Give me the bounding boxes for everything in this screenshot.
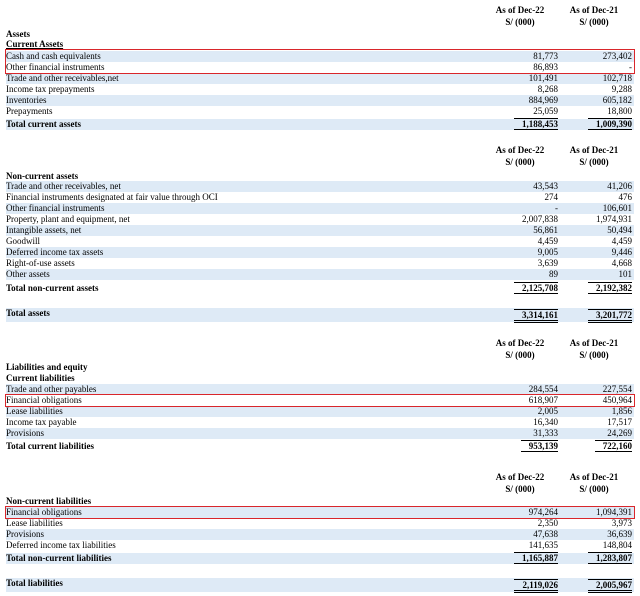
- table-row: Financial instruments designated at fair…: [6, 192, 632, 202]
- col-dec22-header: As of Dec-22 S/ (000): [495, 472, 545, 494]
- col-dec22-header: As of Dec-22 S/ (000): [495, 338, 545, 360]
- col-dec21-header: As of Dec-21 S/ (000): [569, 145, 619, 167]
- col-dec22-header: As of Dec-22 S/ (000): [495, 145, 545, 167]
- table-row: Prepayments 25,059 18,800: [6, 106, 632, 116]
- current-liabilities-title: Current liabilities: [6, 373, 75, 383]
- col-dec21-header: As of Dec-21 S/ (000): [569, 472, 619, 494]
- table-row: Intangible assets, net 56,861 50,494: [6, 225, 634, 236]
- column-header-1: As of Dec-22 S/ (000) As of Dec-21 S/ (000…: [0, 4, 640, 30]
- table-row: Other assets 89 101: [6, 269, 634, 280]
- table-row: Other financial instruments -106,601: [6, 203, 634, 214]
- highlight-box-cash: [5, 49, 635, 74]
- total-current-assets-row: Total current assets 1,188,453 1,009,390: [6, 118, 634, 130]
- table-row: Right-of-use assets 3,639 4,668: [6, 258, 632, 268]
- column-header-3: As of Dec-22 S/ (000) As of Dec-21 S/ (000…: [0, 337, 640, 363]
- table-row: Income tax payable 16,340 17,517: [6, 417, 632, 427]
- table-row: Property, plant and equipment, net 2,007,…: [6, 214, 632, 224]
- total-noncurrent-liabilities-row: Total non-current liabilities 1,165,887 1,…: [6, 552, 634, 564]
- total-assets-row: Total assets 3,314,161 3,201,772: [6, 308, 634, 323]
- table-row: Inventories 884,969 605,182: [6, 95, 634, 106]
- highlight-box-fin-obligations-noncurrent: [5, 506, 635, 519]
- column-header-2: As of Dec-22 S/ (000) As of Dec-21 S/ (000…: [0, 144, 640, 170]
- col-dec21-header: As of Dec-21 S/ (000): [569, 338, 619, 360]
- total-noncurrent-assets-row: Total non-current assets 2,125,708 2,192,3…: [6, 282, 632, 294]
- col-dec21-header: As of Dec-21 S/ (000): [569, 5, 619, 27]
- table-row: Income tax prepayments 8,268 9,288: [6, 84, 632, 94]
- table-row: Provisions 47,638 36,639: [6, 529, 634, 540]
- table-row: Trade and other receivables, net 43,543 41…: [6, 181, 634, 192]
- table-row: Provisions 31,333 24,269: [6, 428, 634, 439]
- table-row: Deferred income tax assets 9,005 9,446: [6, 247, 634, 258]
- col-dec22-header: As of Dec-22 S/ (000): [495, 5, 545, 27]
- liabilities-equity-title: Liabilities and equity: [6, 362, 88, 372]
- table-row: Deferred income tax liabilities 141,635 14…: [6, 540, 632, 550]
- table-row: Goodwill 4,459 4,459: [6, 236, 632, 246]
- highlight-box-fin-obligations-current: [5, 394, 635, 407]
- table-row: Lease liabilities 2,350 3,973: [6, 518, 632, 528]
- total-liabilities-row: Total liabilities 2,119,026 2,005,967: [6, 578, 634, 593]
- table-row: Trade and other receivables,net 101,491 10…: [6, 73, 634, 84]
- total-current-liabilities-row: Total current liabilities 953,139 722,160: [6, 440, 632, 452]
- column-header-4: As of Dec-22 S/ (000) As of Dec-21 S/ (000…: [0, 471, 640, 497]
- table-row: Lease liabilities 2,005 1,856: [6, 406, 634, 417]
